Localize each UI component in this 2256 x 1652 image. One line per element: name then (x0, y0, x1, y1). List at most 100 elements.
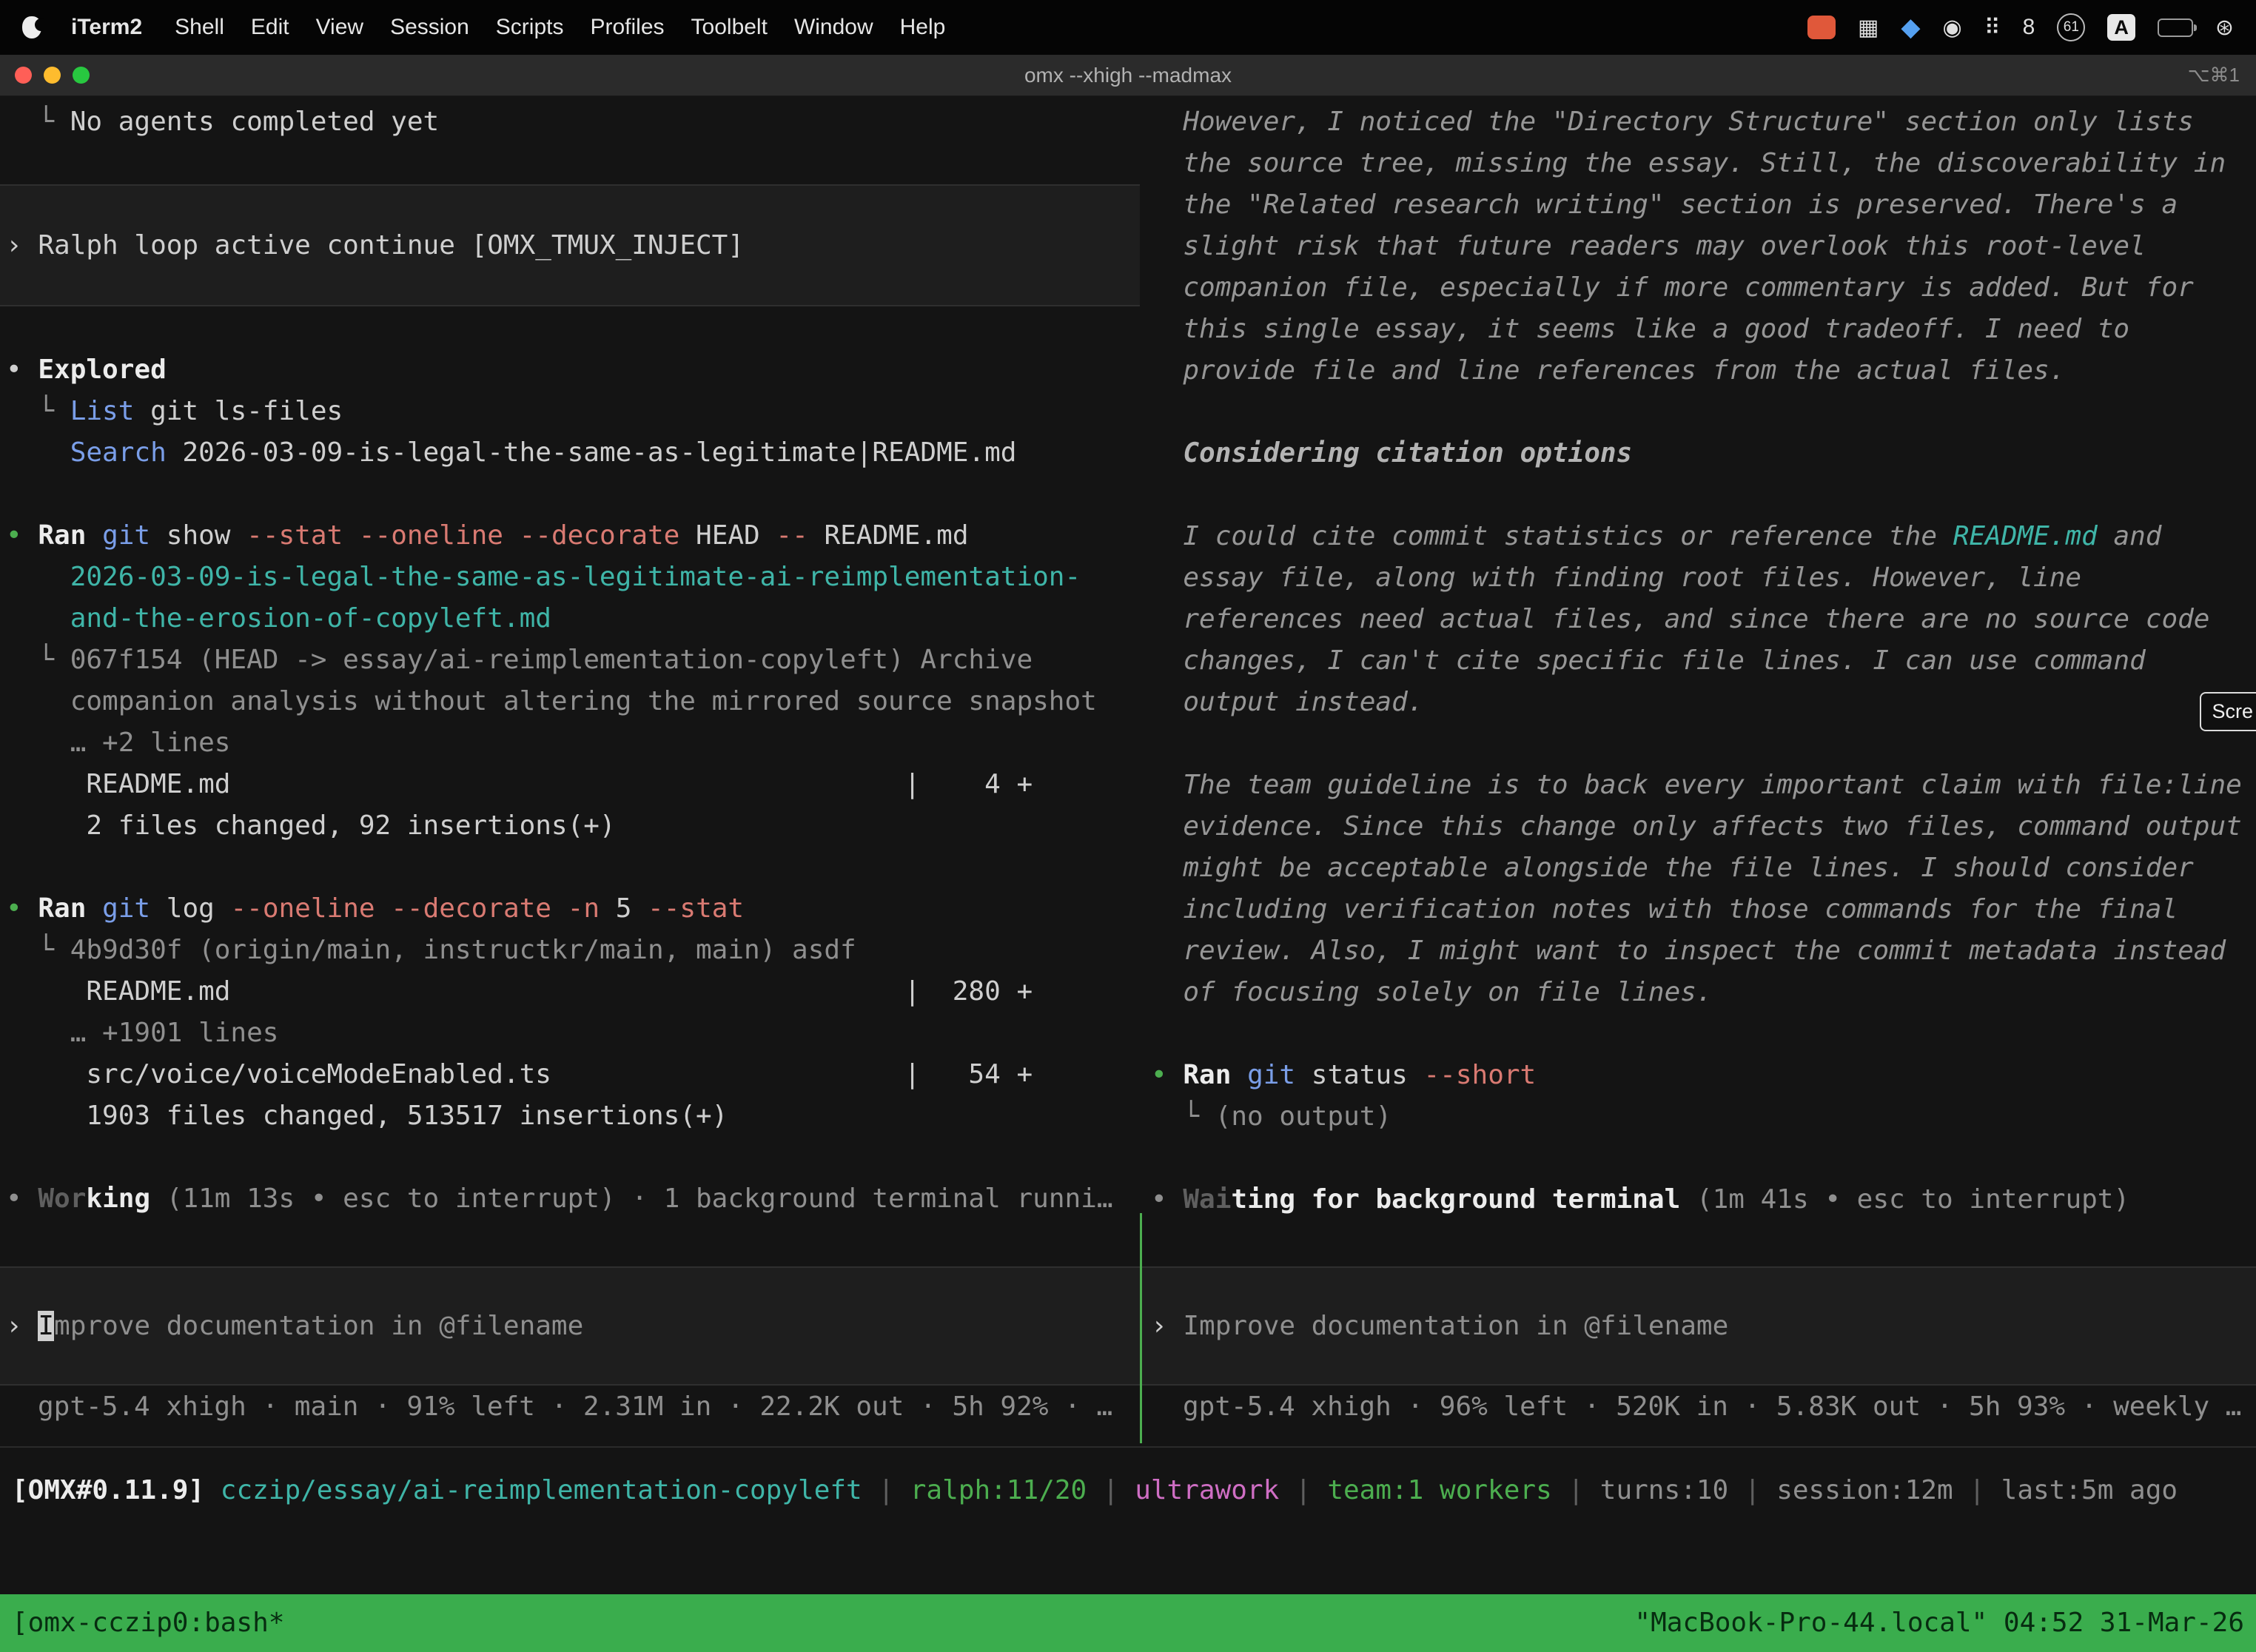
terminal-text-segment: ralph:11/20 (910, 1475, 1087, 1505)
terminal: └ No agents completed yet › Ralph loop a… (0, 96, 2256, 1511)
terminal-text-segment: git (1247, 1060, 1295, 1090)
prompt-input-right[interactable]: › Improve documentation in @filename (1142, 1266, 2256, 1386)
terminal-line: README.md | 280 + (6, 971, 1113, 1013)
menu-item-scripts[interactable]: Scripts (496, 15, 564, 39)
terminal-text-segment: team:1 workers (1327, 1475, 1551, 1505)
terminal-text-segment (551, 893, 568, 924)
key-8-icon[interactable]: 8 (2023, 15, 2035, 40)
terminal-line: output instead. (1151, 682, 2242, 723)
terminal-line: evidence. Since this change only affects… (1151, 806, 2242, 847)
ralph-loop-banner-text: › Ralph loop active continue [OMX_TMUX_I… (6, 225, 744, 266)
circle-app-icon[interactable]: ◉ (1943, 15, 1962, 41)
terminal-line: • Ran git show --stat --oneline --decora… (6, 515, 1113, 557)
terminal-text-segment (6, 437, 70, 468)
terminal-line (1151, 723, 2242, 765)
model-status-right: gpt-5.4 xhigh · 96% left · 520K in · 5.8… (1183, 1386, 2241, 1428)
blue-app-icon[interactable]: ◆ (1901, 13, 1920, 42)
terminal-text-segment: (1m 41s • esc to interrupt) (1680, 1184, 2129, 1215)
terminal-text-segment: session:12m (1776, 1475, 1953, 1505)
terminal-line (6, 1137, 1113, 1178)
terminal-panes: └ No agents completed yet › Ralph loop a… (0, 96, 2256, 1446)
terminal-text-segment: HEAD (679, 520, 776, 551)
terminal-text-segment: └ (6, 396, 70, 426)
terminal-text-segment: provide file and line references from th… (1151, 355, 2065, 386)
close-button[interactable] (15, 67, 32, 84)
terminal-text-segment: | (1279, 1475, 1327, 1505)
terminal-text-segment: including verification notes with those … (1151, 894, 2178, 924)
terminal-line: 2 files changed, 92 insertions(+) (6, 805, 1113, 847)
terminal-text-segment: Wor (38, 1183, 86, 1214)
terminal-text-segment: --short (1424, 1060, 1537, 1090)
terminal-pane-right[interactable]: However, I noticed the "Directory Struct… (1142, 96, 2256, 1446)
terminal-text-segment: README.md (808, 520, 969, 551)
apps-grid-icon[interactable]: ⠿ (1984, 15, 2001, 41)
menu-bar-status-icons: ▦ ◆ ◉ ⠿ 8 61 A ⊛ (1807, 13, 2234, 42)
terminal-text-segment: ultrawork (1135, 1475, 1279, 1505)
window-title-bar[interactable]: omx --xhigh --madmax ⌥⌘1 (0, 55, 2256, 96)
menu-item-session[interactable]: Session (390, 15, 469, 39)
terminal-line: 1903 files changed, 513517 insertions(+) (6, 1095, 1113, 1137)
terminal-text-segment: Search (70, 437, 167, 468)
terminal-text-segment: git (102, 893, 150, 924)
screen-recording-indicator-icon[interactable] (1807, 16, 1836, 39)
menu-item-toolbelt[interactable]: Toolbelt (691, 15, 768, 39)
terminal-line: • Working (11m 13s • esc to interrupt) ·… (6, 1178, 1113, 1220)
terminal-line: the source tree, missing the essay. Stil… (1151, 143, 2242, 184)
menu-item-help[interactable]: Help (900, 15, 946, 39)
terminal-line: slight risk that future readers may over… (1151, 226, 2242, 267)
terminal-text-segment: 5 (600, 893, 648, 924)
battery-icon[interactable] (2158, 19, 2193, 37)
window-grid-icon[interactable]: ▦ (1858, 15, 1879, 41)
terminal-line: gpt-5.4 xhigh · main · 91% left · 2.31M … (38, 1386, 1112, 1428)
terminal-text-segment: No agents completed yet (70, 107, 440, 137)
terminal-text-segment: › (6, 1311, 38, 1341)
menu-item-profiles[interactable]: Profiles (590, 15, 664, 39)
terminal-line (1151, 392, 2242, 433)
terminal-text-segment: changes, I can't cite specific file line… (1151, 645, 2146, 676)
zoom-button[interactable] (73, 67, 90, 84)
tmux-host-time-label: "MacBook-Pro-44.local" 04:52 31-Mar-26 (1634, 1594, 2244, 1652)
terminal-line (6, 474, 1113, 515)
menu-item-view[interactable]: View (316, 15, 363, 39)
terminal-text-segment: -- (776, 520, 808, 551)
terminal-text-segment: I (38, 1311, 54, 1341)
terminal-line (1151, 1138, 2242, 1179)
terminal-line: this single essay, it seems like a good … (1151, 309, 2242, 350)
prompt-input-left[interactable]: › Improve documentation in @filename (0, 1266, 1140, 1386)
terminal-line: … +2 lines (6, 722, 1113, 764)
menu-bar: iTerm2 Shell Edit View Session Scripts Profil… (0, 0, 2256, 55)
terminal-text-segment: I could cite commit statistics or refere… (1151, 521, 1953, 551)
terminal-text-segment: 2026-03-09-is-legal-the-same-as-legitima… (6, 562, 1081, 592)
terminal-text-segment: cczip/essay/ai-reimplementation-copyleft (221, 1475, 862, 1505)
meter-61-icon[interactable]: 61 (2057, 13, 2085, 41)
terminal-line: of focusing solely on file lines. (1151, 972, 2242, 1013)
window-title: omx --xhigh --madmax (0, 64, 2256, 87)
terminal-pane-left[interactable]: └ No agents completed yet › Ralph loop a… (0, 96, 1140, 1446)
terminal-text-segment: • (6, 1183, 38, 1214)
terminal-line: review. Also, I might want to inspect th… (1151, 930, 2242, 972)
terminal-text-segment: last:5m ago (2001, 1475, 2178, 1505)
terminal-text-segment: • (6, 893, 38, 924)
terminal-text-segment: src/voice/voiceModeEnabled.ts | 54 + (6, 1059, 1033, 1089)
apple-menu-icon[interactable] (22, 16, 41, 38)
terminal-text-segment: references need actual files, and since … (1151, 604, 2209, 634)
menu-app-name[interactable]: iTerm2 (71, 15, 142, 40)
window-controls (15, 67, 90, 84)
fan-icon[interactable]: ⊛ (2215, 15, 2234, 41)
menu-item-shell[interactable]: Shell (175, 15, 224, 39)
menu-item-window[interactable]: Window (794, 15, 873, 39)
terminal-text-segment: | (1728, 1475, 1776, 1505)
terminal-text-segment: | (862, 1475, 910, 1505)
input-source-icon[interactable]: A (2107, 14, 2135, 41)
terminal-line: I could cite commit statistics or refere… (1151, 516, 2242, 557)
menu-item-edit[interactable]: Edit (251, 15, 289, 39)
minimize-button[interactable] (44, 67, 61, 84)
model-status-left: gpt-5.4 xhigh · main · 91% left · 2.31M … (38, 1386, 1112, 1428)
prompt-input-left-text: › Improve documentation in @filename (6, 1306, 583, 1347)
terminal-text-segment: --stat --oneline --decorate (246, 520, 679, 551)
terminal-text-segment: --oneline --decorate (230, 893, 551, 924)
terminal-text-segment (1231, 1060, 1247, 1090)
terminal-text-segment: However, I noticed the "Directory Struct… (1151, 107, 2194, 137)
prompt-input-right-text: › Improve documentation in @filename (1151, 1306, 1728, 1347)
terminal-text-segment: README.md | 4 + (6, 769, 1033, 799)
